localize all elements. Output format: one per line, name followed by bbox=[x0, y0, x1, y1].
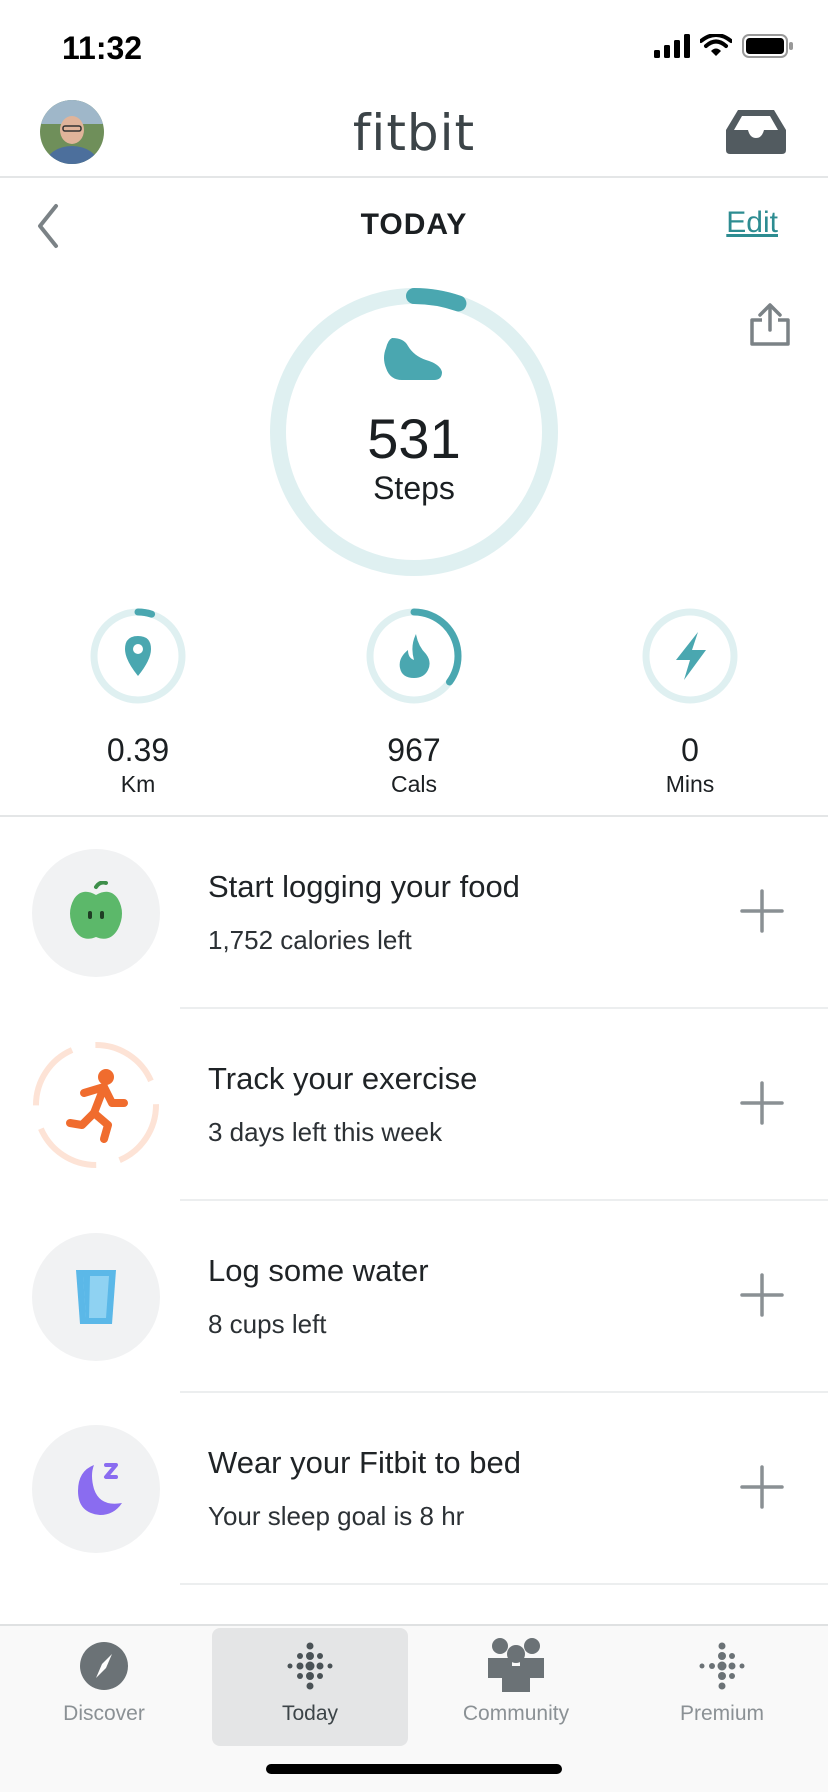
tracker-title: Log some water bbox=[208, 1253, 429, 1288]
add-sleep-button[interactable] bbox=[738, 1463, 786, 1511]
distance-value: 0.39 bbox=[106, 732, 170, 768]
tab-discover[interactable]: Discover bbox=[6, 1628, 202, 1746]
calories-unit: Cals bbox=[390, 771, 437, 797]
app-header: fitbit bbox=[0, 96, 828, 178]
add-food-button[interactable] bbox=[738, 887, 786, 935]
tab-label: Discover bbox=[63, 1702, 145, 1725]
fitbit-dots-icon bbox=[287, 1642, 333, 1690]
status-bar: 11:32 bbox=[0, 0, 828, 96]
status-icons bbox=[654, 34, 794, 58]
tracker-title: Track your exercise bbox=[208, 1061, 478, 1096]
cellular-signal-icon bbox=[654, 34, 690, 58]
flame-icon bbox=[399, 634, 430, 678]
tracker-title: Wear your Fitbit to bed bbox=[208, 1445, 522, 1480]
shoe-icon bbox=[384, 338, 442, 380]
compass-icon bbox=[80, 1642, 128, 1690]
share-icon[interactable] bbox=[748, 302, 792, 351]
row-divider bbox=[180, 1583, 828, 1585]
people-icon bbox=[488, 1638, 544, 1692]
lightning-bolt-icon bbox=[676, 632, 706, 680]
battery-icon bbox=[742, 34, 793, 58]
calories-value: 967 bbox=[387, 732, 441, 768]
active-minutes-value: 0 bbox=[681, 732, 699, 768]
tab-premium[interactable]: Premium bbox=[624, 1628, 820, 1746]
exercise-tracker-row[interactable]: Track your exercise 3 days left this wee… bbox=[0, 1009, 828, 1201]
steps-count: 531 bbox=[367, 407, 461, 470]
date-title: TODAY bbox=[360, 208, 468, 241]
moon-icon bbox=[32, 1425, 160, 1553]
calories-stat[interactable]: 967 Cals bbox=[334, 606, 494, 798]
apple-icon bbox=[32, 849, 160, 977]
wifi-icon bbox=[700, 34, 732, 56]
status-time: 11:32 bbox=[62, 30, 143, 66]
date-navigation: TODAY Edit bbox=[0, 180, 828, 270]
tab-label: Today bbox=[281, 1702, 339, 1725]
home-indicator bbox=[266, 1764, 562, 1774]
edit-link[interactable]: Edit bbox=[726, 206, 778, 240]
add-water-button[interactable] bbox=[738, 1271, 786, 1319]
water-tracker-row[interactable]: Log some water 8 cups left bbox=[0, 1201, 828, 1393]
add-exercise-button[interactable] bbox=[738, 1079, 786, 1127]
running-person-icon bbox=[32, 1041, 160, 1169]
sleep-tracker-row[interactable]: Wear your Fitbit to bed Your sleep goal … bbox=[0, 1393, 828, 1585]
food-tracker-row[interactable]: Start logging your food 1,752 calories l… bbox=[0, 817, 828, 1009]
tab-community[interactable]: Community bbox=[418, 1628, 614, 1746]
active-minutes-stat[interactable]: 0 Mins bbox=[610, 606, 770, 798]
tracker-title: Start logging your food bbox=[208, 869, 520, 904]
tracker-subtitle: 1,752 calories left bbox=[208, 925, 412, 955]
app-logo: fitbit bbox=[352, 104, 476, 162]
steps-label: Steps bbox=[373, 470, 455, 506]
tracker-subtitle: 8 cups left bbox=[208, 1309, 327, 1339]
active-minutes-unit: Mins bbox=[665, 771, 715, 797]
tab-label: Community bbox=[462, 1702, 570, 1725]
distance-stat[interactable]: 0.39 Km bbox=[58, 606, 218, 798]
distance-unit: Km bbox=[120, 771, 156, 797]
inbox-icon[interactable] bbox=[726, 110, 786, 159]
tracker-subtitle: 3 days left this week bbox=[208, 1117, 443, 1147]
tracker-subtitle: Your sleep goal is 8 hr bbox=[208, 1501, 465, 1531]
water-glass-icon bbox=[32, 1233, 160, 1361]
tab-label: Premium bbox=[679, 1702, 764, 1725]
fitbit-premium-icon bbox=[699, 1642, 745, 1690]
tab-today[interactable]: Today bbox=[212, 1628, 408, 1746]
location-pin-icon bbox=[125, 636, 151, 676]
